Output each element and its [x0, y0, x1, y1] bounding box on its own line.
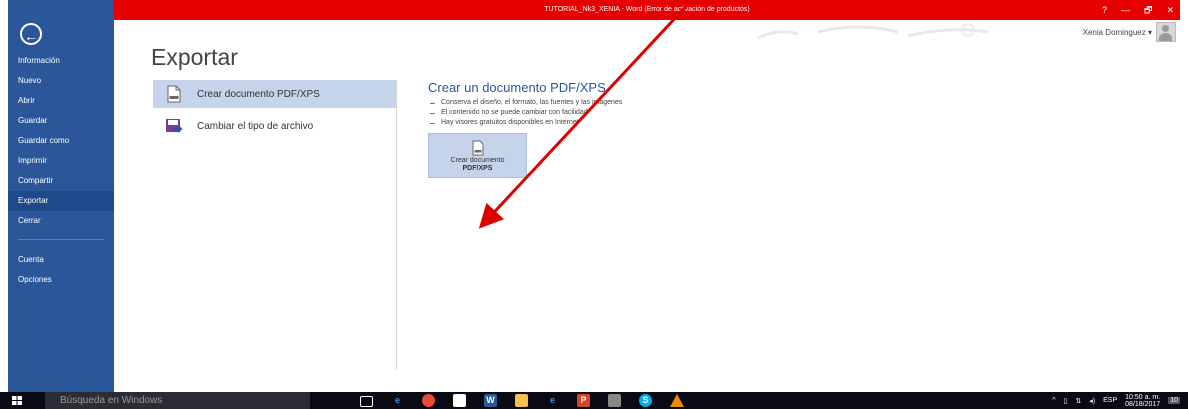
detail-bullets: Conserva el diseño, el formato, las fuen…: [428, 98, 622, 128]
create-pdf-xps-button[interactable]: Crear documento PDF/XPS: [428, 133, 527, 178]
window-controls: ? — 🗗 ✕: [1102, 0, 1174, 20]
backstage-sidebar: ← Información Nuevo Abrir Guardar Guarda…: [8, 0, 114, 392]
avatar: [1156, 22, 1176, 42]
list-item: Hay visores gratuitos disponibles en Int…: [428, 118, 622, 128]
nav-item-imprimir[interactable]: Imprimir: [8, 151, 114, 171]
backstage-nav: Información Nuevo Abrir Guardar Guardar …: [8, 51, 114, 290]
battery-icon[interactable]: ▯: [1064, 397, 1068, 405]
detail-title: Crear un documento PDF/XPS: [428, 80, 606, 95]
bullet-text: Conserva el diseño, el formato, las fuen…: [441, 99, 623, 106]
powerpoint-icon[interactable]: P: [577, 394, 590, 407]
window-title: TUTORIAL_Nk3_XENIA - Word (Error de acti…: [544, 6, 750, 13]
bullet-text: Hay visores gratuitos disponibles en Int…: [441, 119, 579, 126]
nav-item-nuevo[interactable]: Nuevo: [8, 71, 114, 91]
bullet-text: El contenido no se puede cambiar con fac…: [441, 109, 588, 116]
detail-pane: Crear un documento PDF/XPS Conserva el d…: [428, 80, 622, 128]
windows-start-icon[interactable]: [12, 396, 22, 405]
nav-item-informacion[interactable]: Información: [8, 51, 114, 71]
nav-divider: [18, 239, 104, 240]
close-button[interactable]: ✕: [1166, 0, 1174, 20]
clock[interactable]: 10:50 a. m. 08/18/2017: [1125, 394, 1160, 408]
user-account[interactable]: Xenia Dominguez ▾: [1083, 22, 1176, 42]
nav-item-cerrar[interactable]: Cerrar: [8, 211, 114, 231]
taskbar-search[interactable]: Búsqueda en Windows: [45, 392, 310, 409]
option-label: Crear documento PDF/XPS: [197, 88, 320, 100]
ribbon-watermark: [758, 23, 989, 40]
option-label: Cambiar el tipo de archivo: [197, 120, 314, 132]
store-icon[interactable]: [453, 394, 466, 407]
edge-icon[interactable]: e: [391, 394, 404, 407]
option-change-file-type[interactable]: Cambiar el tipo de archivo: [153, 112, 396, 140]
nav-item-abrir[interactable]: Abrir: [8, 91, 114, 111]
restore-button[interactable]: 🗗: [1144, 0, 1152, 20]
windows-taskbar: Búsqueda en Windows e W e P S ^ ▯ ⇅ ◂) E…: [0, 392, 1188, 409]
nav-item-opciones[interactable]: Opciones: [8, 270, 114, 290]
pdf-document-icon: [470, 140, 486, 156]
nav-item-guardar[interactable]: Guardar: [8, 111, 114, 131]
list-item: Conserva el diseño, el formato, las fuen…: [428, 98, 622, 108]
title-bar: TUTORIAL_Nk3_XENIA - Word (Error de acti…: [114, 0, 1180, 20]
network-icon[interactable]: ⇅: [1075, 397, 1081, 405]
nav-item-compartir[interactable]: Compartir: [8, 171, 114, 191]
word-window: ← Información Nuevo Abrir Guardar Guarda…: [8, 0, 1180, 392]
user-name: Xenia Dominguez ▾: [1082, 27, 1152, 37]
button-label-line2: PDF/XPS: [462, 165, 493, 172]
nav-item-guardar-como[interactable]: Guardar como: [8, 131, 114, 151]
button-label-line1: Crear documento: [450, 157, 505, 164]
volume-icon[interactable]: ◂): [1089, 397, 1095, 405]
pane-divider: [396, 80, 397, 370]
change-file-type-icon: [165, 117, 183, 135]
list-item: El contenido no se puede cambiar con fac…: [428, 108, 622, 118]
minimize-button[interactable]: —: [1121, 0, 1130, 20]
back-arrow-icon[interactable]: ←: [20, 23, 42, 45]
skype-icon[interactable]: S: [639, 394, 652, 407]
language-indicator[interactable]: ESP: [1103, 397, 1117, 404]
help-button[interactable]: ?: [1102, 0, 1107, 20]
word-icon[interactable]: W: [484, 394, 497, 407]
camera-icon[interactable]: [608, 394, 621, 407]
chrome-icon[interactable]: [422, 394, 435, 407]
option-create-pdf-xps[interactable]: Crear documento PDF/XPS: [153, 80, 396, 108]
file-explorer-icon[interactable]: [515, 394, 528, 407]
taskbar-apps: e W e P S: [360, 394, 684, 407]
internet-explorer-icon[interactable]: e: [546, 394, 559, 407]
chevron-up-icon[interactable]: ^: [1052, 397, 1055, 404]
pdf-document-icon: [165, 85, 183, 103]
vlc-icon[interactable]: [670, 394, 684, 407]
system-tray: ^ ▯ ⇅ ◂) ESP 10:50 a. m. 08/18/2017 10: [1052, 392, 1180, 409]
clock-time: 10:50 a. m.: [1125, 393, 1161, 401]
clock-date: 08/18/2017: [1125, 400, 1161, 408]
task-view-icon[interactable]: [360, 396, 373, 407]
notifications-badge[interactable]: 10: [1168, 397, 1180, 404]
nav-item-cuenta[interactable]: Cuenta: [8, 250, 114, 270]
page-title: Exportar: [151, 44, 238, 70]
nav-item-exportar[interactable]: Exportar: [8, 191, 114, 211]
